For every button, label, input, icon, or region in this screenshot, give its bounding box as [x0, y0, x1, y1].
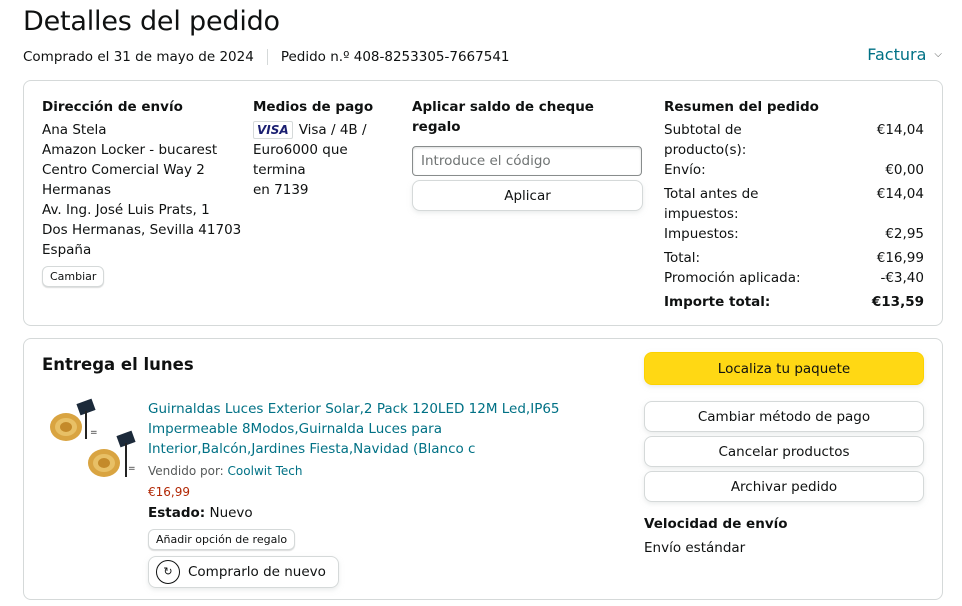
shipping-speed-value: Envío estándar [644, 540, 746, 556]
shipping-speed: Velocidad de envío Envío estándar [644, 512, 924, 560]
shipment-box: Entrega el lunes = = Guirnaldas Luces Ex… [23, 338, 943, 600]
shipping-heading: Dirección de envío [42, 99, 183, 115]
summary-heading: Resumen del pedido [664, 99, 819, 115]
summary-row: Total antes de impuestos: €14,04 [664, 184, 924, 224]
cancel-items-button[interactable]: Cancelar productos [644, 436, 924, 467]
order-meta: Comprado el 31 de mayo de 2024 Pedido n.… [23, 49, 510, 65]
archive-order-button[interactable]: Archivar pedido [644, 471, 924, 502]
summary-row: Envío: €0,00 [664, 160, 924, 180]
shipment-actions: Localiza tu paquete Cambiar método de pa… [644, 352, 924, 560]
product-info: Guirnaldas Luces Exterior Solar,2 Pack 1… [148, 399, 588, 588]
address-line: Amazon Locker - bucarest [42, 142, 218, 158]
summary-row: Total: €16,99 [664, 248, 924, 268]
payment-line: Euro6000 que termina [253, 142, 348, 178]
change-address-button[interactable]: Cambiar [42, 266, 105, 287]
chevron-down-icon: ⌵ [934, 49, 942, 60]
address-line: Hermanas [42, 182, 112, 198]
svg-text:=: = [90, 428, 98, 438]
svg-text:=: = [128, 464, 136, 474]
page-title: Detalles del pedido [23, 6, 280, 37]
shipping-address-section: Dirección de envío Ana Stela Amazon Lock… [42, 97, 242, 287]
buy-again-button[interactable]: ↻ Comprarlo de nuevo [148, 556, 339, 588]
summary-value: -€3,40 [880, 270, 924, 286]
summary-label: Envío: [664, 162, 706, 178]
seller-link[interactable]: Coolwit Tech [228, 464, 303, 478]
summary-row: Promoción aplicada: -€3,40 [664, 268, 924, 288]
order-summary-section: Resumen del pedido Subtotal de producto(… [664, 97, 924, 312]
gift-card-section: Aplicar saldo de cheque regalo Aplicar [412, 97, 644, 211]
payment-heading: Medios de pago [253, 99, 374, 115]
payment-method-text: Visa / 4B / [298, 122, 367, 138]
purchase-date: Comprado el 31 de mayo de 2024 [23, 49, 254, 65]
apply-gift-button[interactable]: Aplicar [412, 180, 643, 211]
grand-total-row: Importe total: €13,59 [664, 292, 924, 312]
summary-value: €14,04 [876, 186, 924, 202]
order-number: Pedido n.º 408-8253305-7667541 [280, 49, 510, 65]
payment-line: VISA Visa / 4B / [253, 120, 403, 140]
seller-prefix: Vendido por: [148, 464, 224, 478]
payment-section: Medios de pago VISA Visa / 4B / Euro6000 … [253, 97, 403, 200]
track-package-button[interactable]: Localiza tu paquete [644, 352, 924, 385]
summary-value: €16,99 [876, 250, 924, 266]
gift-heading: Aplicar saldo de cheque regalo [412, 99, 594, 135]
invoice-dropdown[interactable]: Factura ⌵ [867, 45, 942, 64]
grand-total-value: €13,59 [871, 294, 924, 310]
summary-label: Promoción aplicada: [664, 270, 801, 286]
grand-total-label: Importe total: [664, 294, 771, 310]
shipping-speed-heading: Velocidad de envío [644, 516, 788, 532]
change-payment-button[interactable]: Cambiar método de pago [644, 401, 924, 432]
summary-label: Total antes de impuestos: [664, 186, 759, 222]
address-line: Dos Hermanas, Sevilla 41703 [42, 222, 242, 238]
address-line: Centro Comercial Way 2 [42, 162, 205, 178]
buy-again-label: Comprarlo de nuevo [188, 564, 326, 580]
product-image[interactable]: = = [46, 397, 142, 489]
summary-label: Impuestos: [664, 226, 739, 242]
summary-value: €14,04 [876, 122, 924, 138]
add-gift-option-button[interactable]: Añadir opción de regalo [148, 529, 296, 550]
product-price: €16,99 [148, 485, 190, 499]
buy-again-icon: ↻ [156, 560, 180, 584]
payment-line: en 7139 [253, 182, 309, 198]
visa-card-icon: VISA [253, 121, 293, 139]
meta-divider [266, 49, 268, 65]
order-info-box: Dirección de envío Ana Stela Amazon Lock… [23, 80, 943, 326]
summary-row: Impuestos: €2,95 [664, 224, 924, 244]
summary-label: Total: [664, 250, 701, 266]
string-lights-icon: = = [50, 398, 136, 477]
product-title-link[interactable]: Guirnaldas Luces Exterior Solar,2 Pack 1… [148, 399, 588, 459]
address-line: Av. Ing. José Luis Prats, 1 [42, 202, 210, 218]
condition-label: Estado: [148, 505, 206, 521]
seller-line: Vendido por: Coolwit Tech [148, 461, 588, 481]
summary-row: Subtotal de producto(s): €14,04 [664, 120, 924, 160]
address-line: Ana Stela [42, 122, 107, 138]
address-line: España [42, 242, 92, 258]
delivery-title: Entrega el lunes [42, 355, 194, 374]
summary-value: €0,00 [885, 162, 924, 178]
summary-value: €2,95 [885, 226, 924, 242]
gift-code-input[interactable] [412, 146, 642, 176]
product-condition: Estado: Nuevo [148, 503, 588, 523]
invoice-label: Factura [867, 45, 927, 64]
condition-value: Nuevo [209, 505, 253, 521]
summary-label: Subtotal de producto(s): [664, 122, 747, 158]
